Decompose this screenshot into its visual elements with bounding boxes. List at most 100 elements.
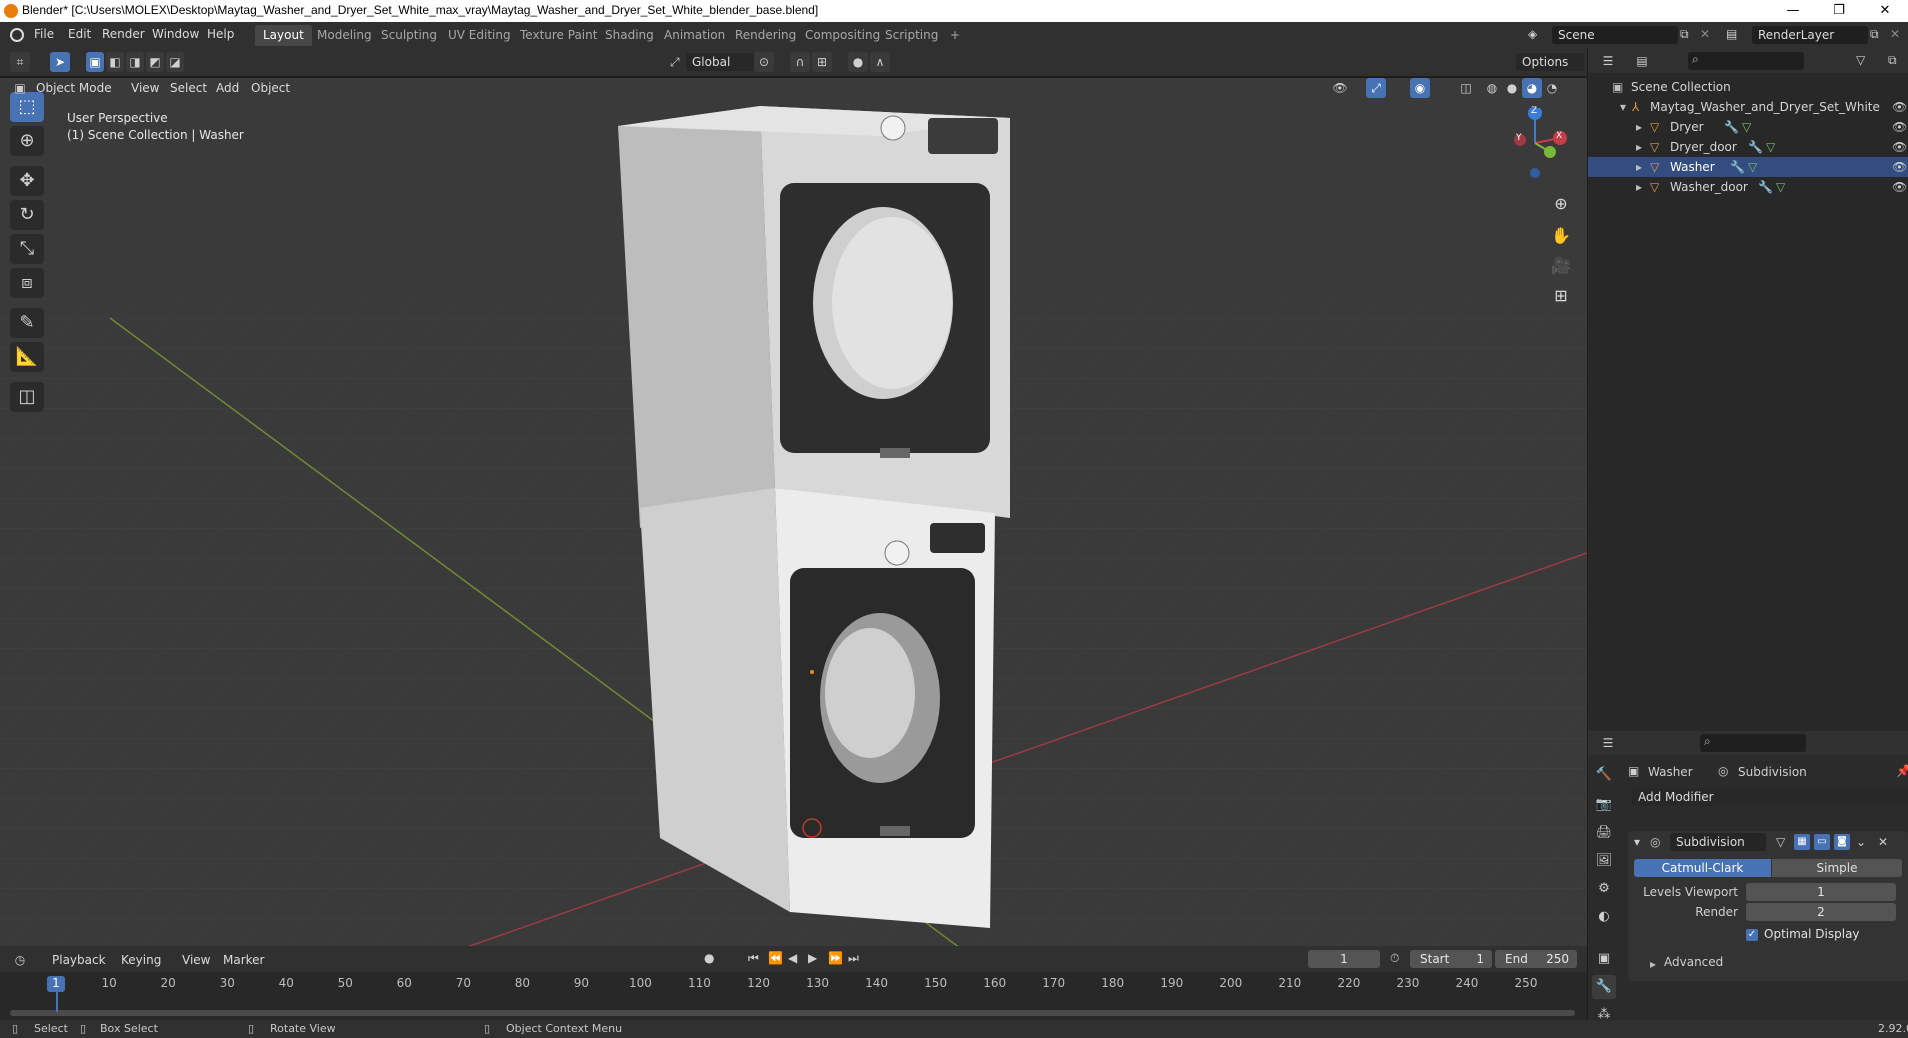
visibility-eye-icon[interactable]: 👁	[1892, 117, 1907, 137]
solid-shading-icon[interactable]: ●	[1502, 78, 1522, 98]
gizmo-toggle-icon[interactable]: ⤢	[1366, 78, 1386, 98]
panel-collapse-icon[interactable]: ▾	[1634, 835, 1640, 849]
record-icon[interactable]: ●	[704, 951, 714, 965]
modifier-menu-chevron-icon[interactable]: ⌄	[1856, 835, 1866, 849]
maximize-button[interactable]: ❐	[1816, 0, 1862, 22]
viewport-menu-object[interactable]: Object	[251, 79, 290, 97]
play-icon[interactable]: ▶	[808, 951, 817, 965]
tab-uv-editing[interactable]: UV Editing	[440, 25, 519, 46]
cursor-tool-icon[interactable]: ⊕	[10, 126, 44, 156]
preview-range-icon[interactable]: ⏱	[1390, 951, 1399, 966]
mode-invert-icon[interactable]: ◩	[146, 52, 164, 72]
visibility-eye-icon[interactable]: 👁	[1892, 157, 1907, 177]
add-workspace-button[interactable]: +	[942, 25, 968, 46]
outliner-item-washer-door[interactable]: ▸ ▽ Washer_door 🔧 ▽ 👁	[1588, 177, 1908, 197]
timeline-menu-keying[interactable]: Keying	[121, 951, 161, 969]
scene-selector[interactable]: Scene	[1552, 26, 1678, 44]
modifier-name-field[interactable]: Subdivision	[1670, 833, 1766, 851]
object-mode-dropdown[interactable]: Object Mode	[30, 79, 122, 97]
menu-window[interactable]: Window	[152, 27, 199, 41]
new-scene-icon[interactable]: ⧉	[1680, 27, 1689, 42]
expand-arrow-icon[interactable]: ▸	[1636, 177, 1642, 197]
next-keyframe-icon[interactable]: ⏩	[828, 951, 843, 965]
viewport-menu-add[interactable]: Add	[216, 79, 239, 97]
navigation-gizmo[interactable]: Z X Y	[1500, 106, 1570, 178]
optimal-display-checkbox[interactable]: ✓	[1746, 929, 1758, 941]
visibility-icon[interactable]: 👁	[1330, 78, 1350, 98]
visibility-eye-icon[interactable]: 👁	[1892, 177, 1907, 197]
tab-compositing[interactable]: Compositing	[797, 25, 888, 46]
snap-icon[interactable]: ∩	[790, 52, 810, 72]
tab-sculpting[interactable]: Sculpting	[373, 25, 445, 46]
transform-tool-icon[interactable]: ⧈	[10, 268, 44, 298]
advanced-subpanel-label[interactable]: Advanced	[1664, 955, 1723, 969]
zoom-icon[interactable]: ⊕	[1547, 190, 1575, 218]
transform-orientation-dropdown[interactable]: Global	[686, 53, 754, 71]
expand-arrow-icon[interactable]: ▸	[1636, 117, 1642, 137]
remove-modifier-icon[interactable]: ✕	[1878, 835, 1888, 849]
blender-menu-icon[interactable]	[10, 28, 24, 42]
tab-layout[interactable]: Layout	[255, 25, 312, 46]
select-tool-icon[interactable]: ➤	[50, 52, 70, 72]
delete-view-layer-icon[interactable]: ✕	[1890, 27, 1900, 41]
visibility-eye-icon[interactable]: 👁	[1892, 137, 1907, 157]
menu-file[interactable]: File	[34, 27, 54, 41]
view-layer-selector[interactable]: RenderLayer	[1752, 26, 1868, 44]
3d-viewport[interactable]: User Perspective (1) Scene Collection | …	[0, 78, 1587, 946]
outliner-scene-collection[interactable]: ▣ Scene Collection	[1588, 77, 1908, 97]
orthographic-toggle-icon[interactable]: ⊞	[1547, 282, 1575, 310]
material-preview-shading-icon[interactable]: ◕	[1522, 78, 1542, 98]
pivot-point-icon[interactable]: ⊙	[754, 52, 774, 72]
viewport-menu-view[interactable]: View	[131, 79, 159, 97]
render-levels-field[interactable]: 2	[1746, 903, 1896, 921]
view-layer-tab-icon[interactable]: 🖼	[1592, 849, 1616, 873]
edit-mode-toggle-icon[interactable]: ▽	[1776, 835, 1785, 849]
add-modifier-dropdown[interactable]: Add Modifier	[1632, 788, 1908, 806]
dryer-object[interactable]	[618, 106, 1010, 528]
move-tool-icon[interactable]: ✥	[10, 166, 44, 196]
menu-help[interactable]: Help	[207, 27, 234, 41]
advanced-expand-icon[interactable]: ▸	[1650, 957, 1656, 971]
menu-edit[interactable]: Edit	[68, 27, 91, 41]
properties-editor-type-icon[interactable]: ☰	[1598, 733, 1618, 753]
xray-icon[interactable]: ◫	[1456, 78, 1476, 98]
prev-keyframe-icon[interactable]: ⏪	[768, 951, 783, 965]
menu-render[interactable]: Render	[102, 27, 145, 41]
filter-icon[interactable]: ▽	[1856, 53, 1865, 67]
end-frame-field[interactable]: End 250	[1495, 950, 1577, 968]
tab-simple[interactable]: Simple	[1772, 859, 1902, 877]
measure-tool-icon[interactable]: 📐	[10, 342, 44, 372]
outliner-item-washer[interactable]: ▸ ▽ Washer 🔧 ▽ 👁	[1588, 157, 1908, 177]
render-toggle-icon[interactable]: ◙	[1834, 834, 1850, 850]
tab-modeling[interactable]: Modeling	[309, 25, 380, 46]
tool-properties-tab-icon[interactable]: 🔨	[1592, 763, 1616, 787]
scene-properties-tab-icon[interactable]: ⚙	[1592, 877, 1616, 901]
viewport-menu-select[interactable]: Select	[170, 79, 207, 97]
new-collection-icon[interactable]: ⧉	[1888, 53, 1897, 68]
editor-type-icon[interactable]: ⌗	[10, 52, 30, 72]
modifier-properties-tab-icon[interactable]: 🔧	[1592, 975, 1616, 999]
start-frame-field[interactable]: Start 1	[1410, 950, 1492, 968]
mode-new-icon[interactable]: ▣	[86, 52, 104, 72]
jump-start-icon[interactable]: ⏮	[748, 951, 759, 966]
close-window-button[interactable]: ✕	[1862, 0, 1908, 22]
outliner-search-input[interactable]	[1688, 52, 1804, 70]
levels-viewport-field[interactable]: 1	[1746, 883, 1896, 901]
tab-shading[interactable]: Shading	[597, 25, 662, 46]
timeline-menu-view[interactable]: View	[182, 951, 210, 969]
annotate-tool-icon[interactable]: ✎	[10, 308, 44, 338]
pan-hand-icon[interactable]: ✋	[1547, 222, 1575, 250]
overlay-toggle-icon[interactable]: ◉	[1410, 78, 1430, 98]
tab-scripting[interactable]: Scripting	[877, 25, 946, 46]
world-properties-tab-icon[interactable]: ◐	[1592, 905, 1616, 929]
rendered-shading-icon[interactable]: ◔	[1542, 78, 1562, 98]
wireframe-shading-icon[interactable]: ◍	[1482, 78, 1502, 98]
timeline-menu-playback[interactable]: Playback	[52, 951, 106, 969]
pin-icon[interactable]: 📌	[1896, 764, 1908, 778]
viewport-display-toggle-icon[interactable]: ▭	[1814, 834, 1830, 850]
mode-intersect-icon[interactable]: ◪	[166, 52, 184, 72]
timeline-menu-marker[interactable]: Marker	[223, 951, 264, 969]
timeline-scrollbar[interactable]	[10, 1010, 1575, 1016]
add-cube-tool-icon[interactable]: ◫	[10, 382, 44, 412]
visibility-eye-icon[interactable]: 👁	[1892, 97, 1907, 117]
